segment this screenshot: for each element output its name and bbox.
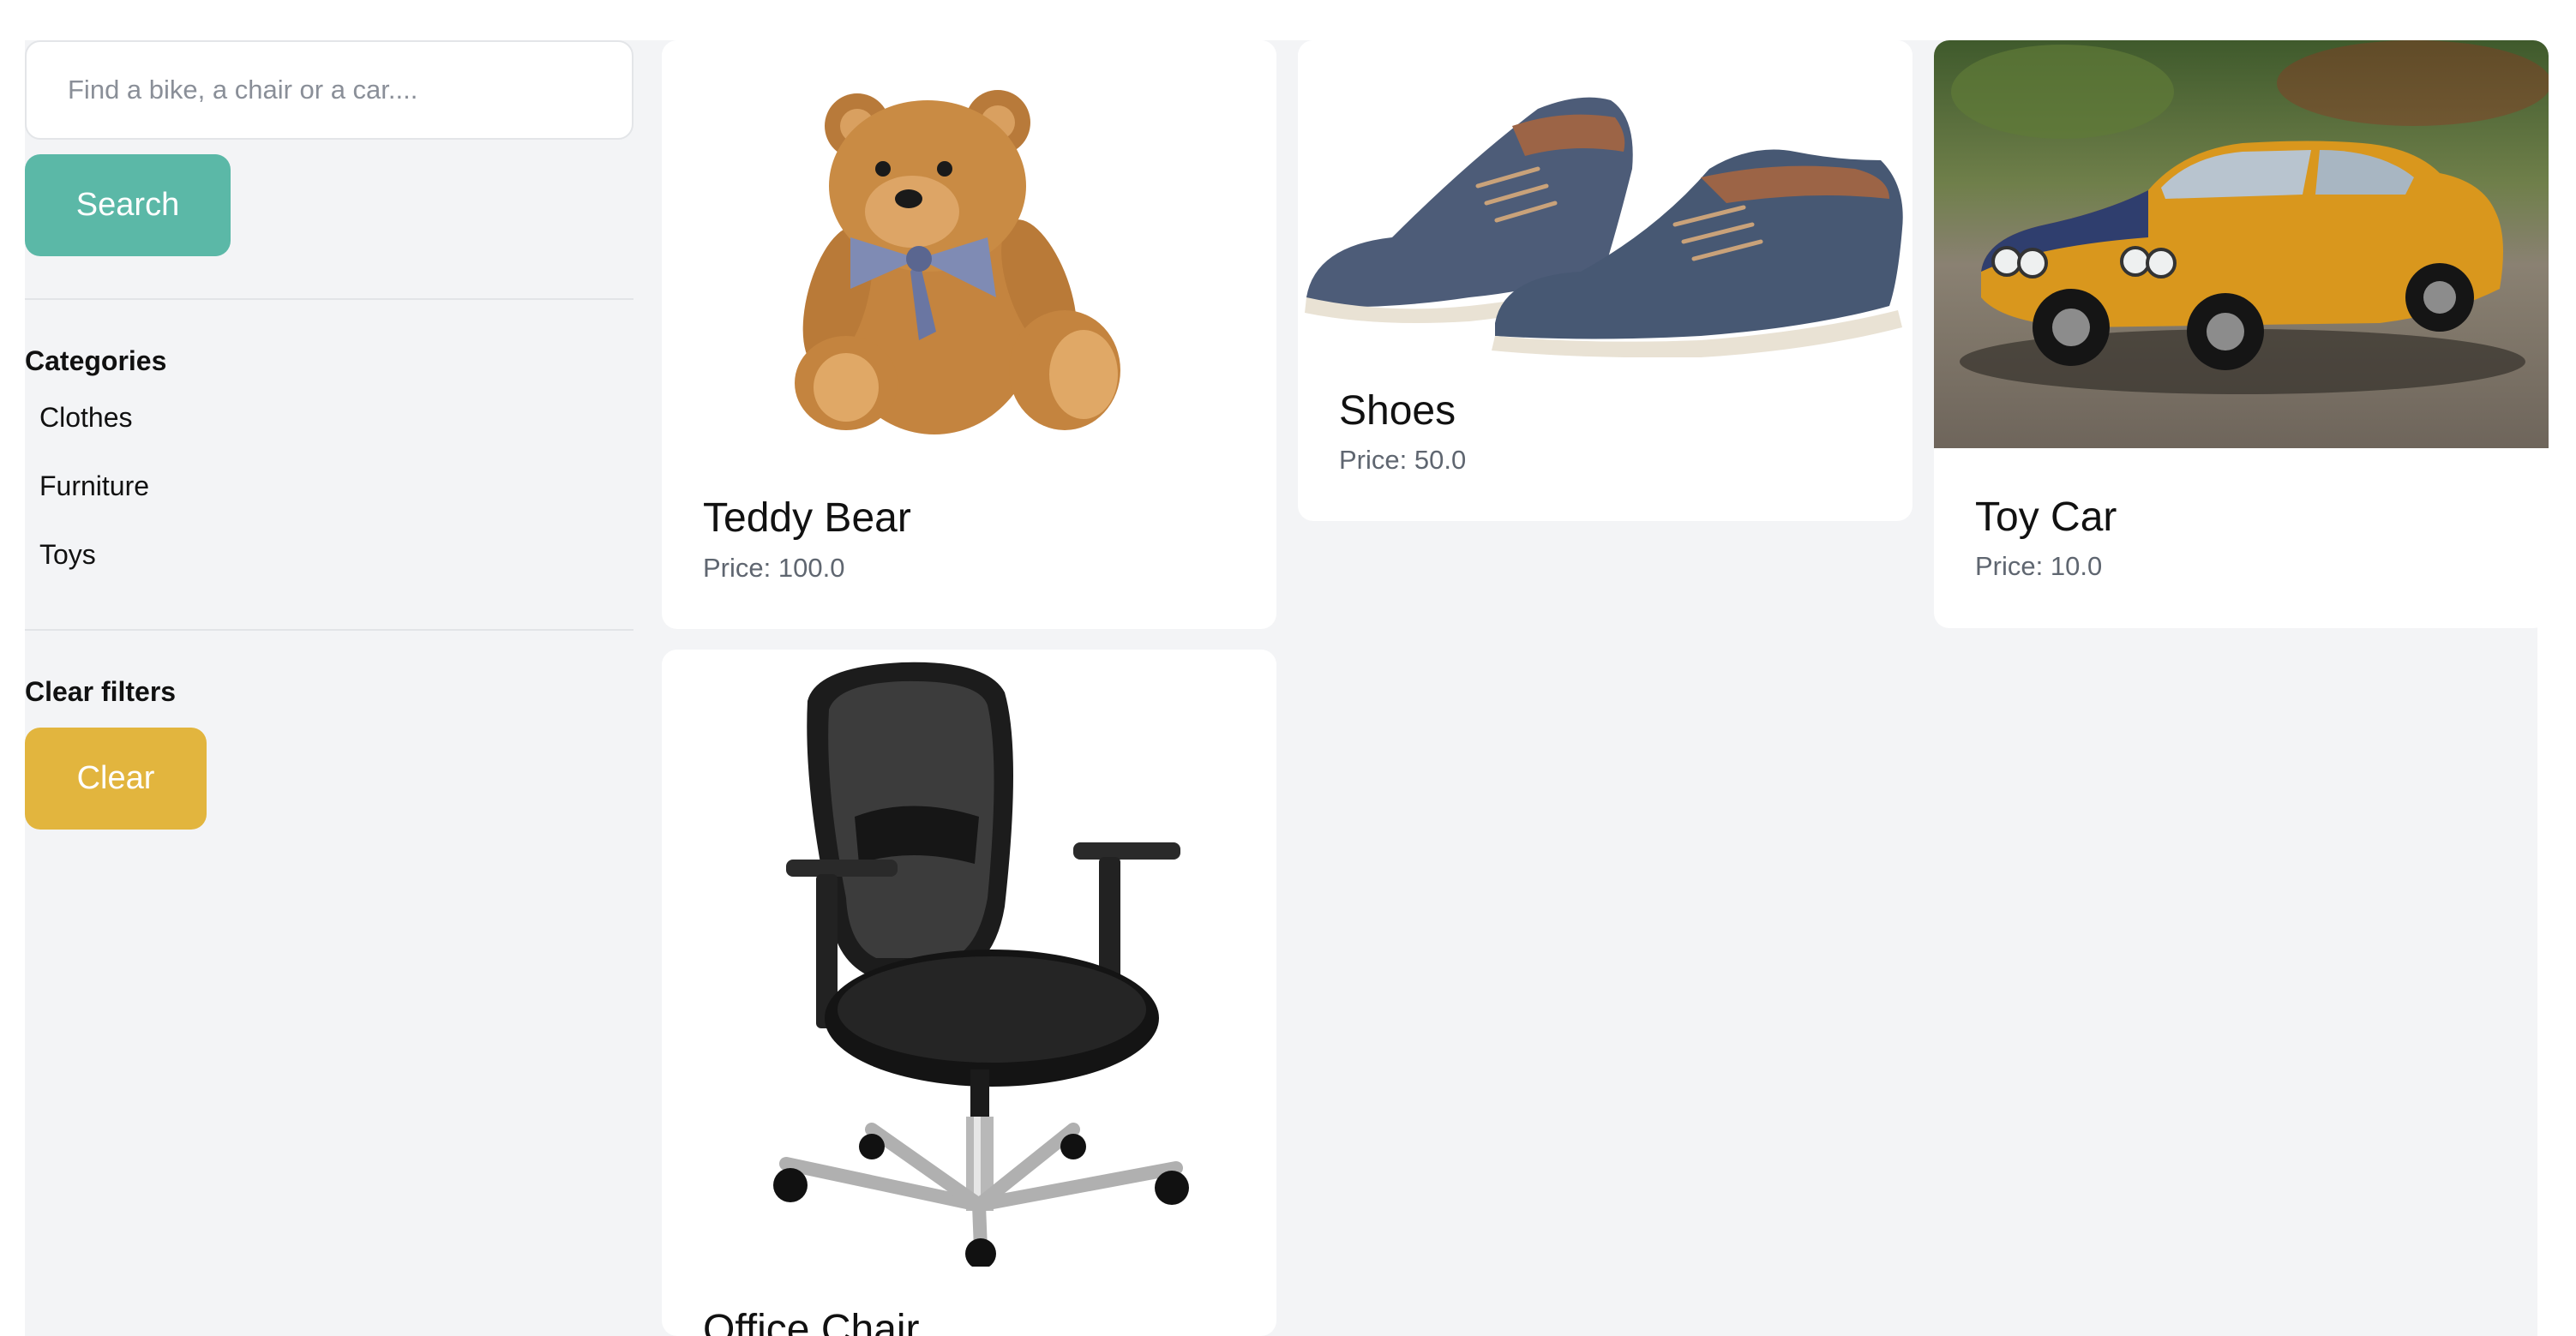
search-button[interactable]: Search (25, 154, 231, 256)
toy-car-image (1934, 40, 2549, 448)
filter-sidebar: Search Categories Clothes Furniture Toys… (25, 40, 633, 1336)
product-name: Shoes (1339, 388, 1456, 434)
clear-button[interactable]: Clear (25, 728, 207, 830)
shoes-image (1298, 40, 1912, 357)
product-card-toy-car[interactable]: Toy Car Price: 10.0 (1934, 40, 2549, 628)
divider (25, 298, 633, 300)
product-name: Toy Car (1975, 494, 2117, 540)
product-card-shoes[interactable]: Shoes Price: 50.0 (1298, 40, 1912, 521)
clear-filters-heading: Clear filters (25, 676, 177, 707)
product-name: Teddy Bear (703, 495, 911, 541)
product-price: Price: 10.0 (1975, 551, 2103, 581)
product-card-office-chair[interactable]: Office Chair (662, 650, 1276, 1336)
teddy-bear-image (662, 40, 1276, 443)
product-name: Office Chair (703, 1307, 920, 1336)
divider (25, 629, 633, 631)
product-price: Price: 100.0 (703, 553, 845, 583)
category-item-furniture[interactable]: Furniture (39, 470, 149, 502)
categories-heading: Categories (25, 345, 167, 376)
category-item-clothes[interactable]: Clothes (39, 402, 133, 434)
category-item-toys[interactable]: Toys (39, 539, 96, 571)
product-price: Price: 50.0 (1339, 445, 1467, 475)
search-input[interactable] (25, 40, 633, 140)
product-card-teddy-bear[interactable]: Teddy Bear Price: 100.0 (662, 40, 1276, 629)
office-chair-image (662, 650, 1276, 1267)
